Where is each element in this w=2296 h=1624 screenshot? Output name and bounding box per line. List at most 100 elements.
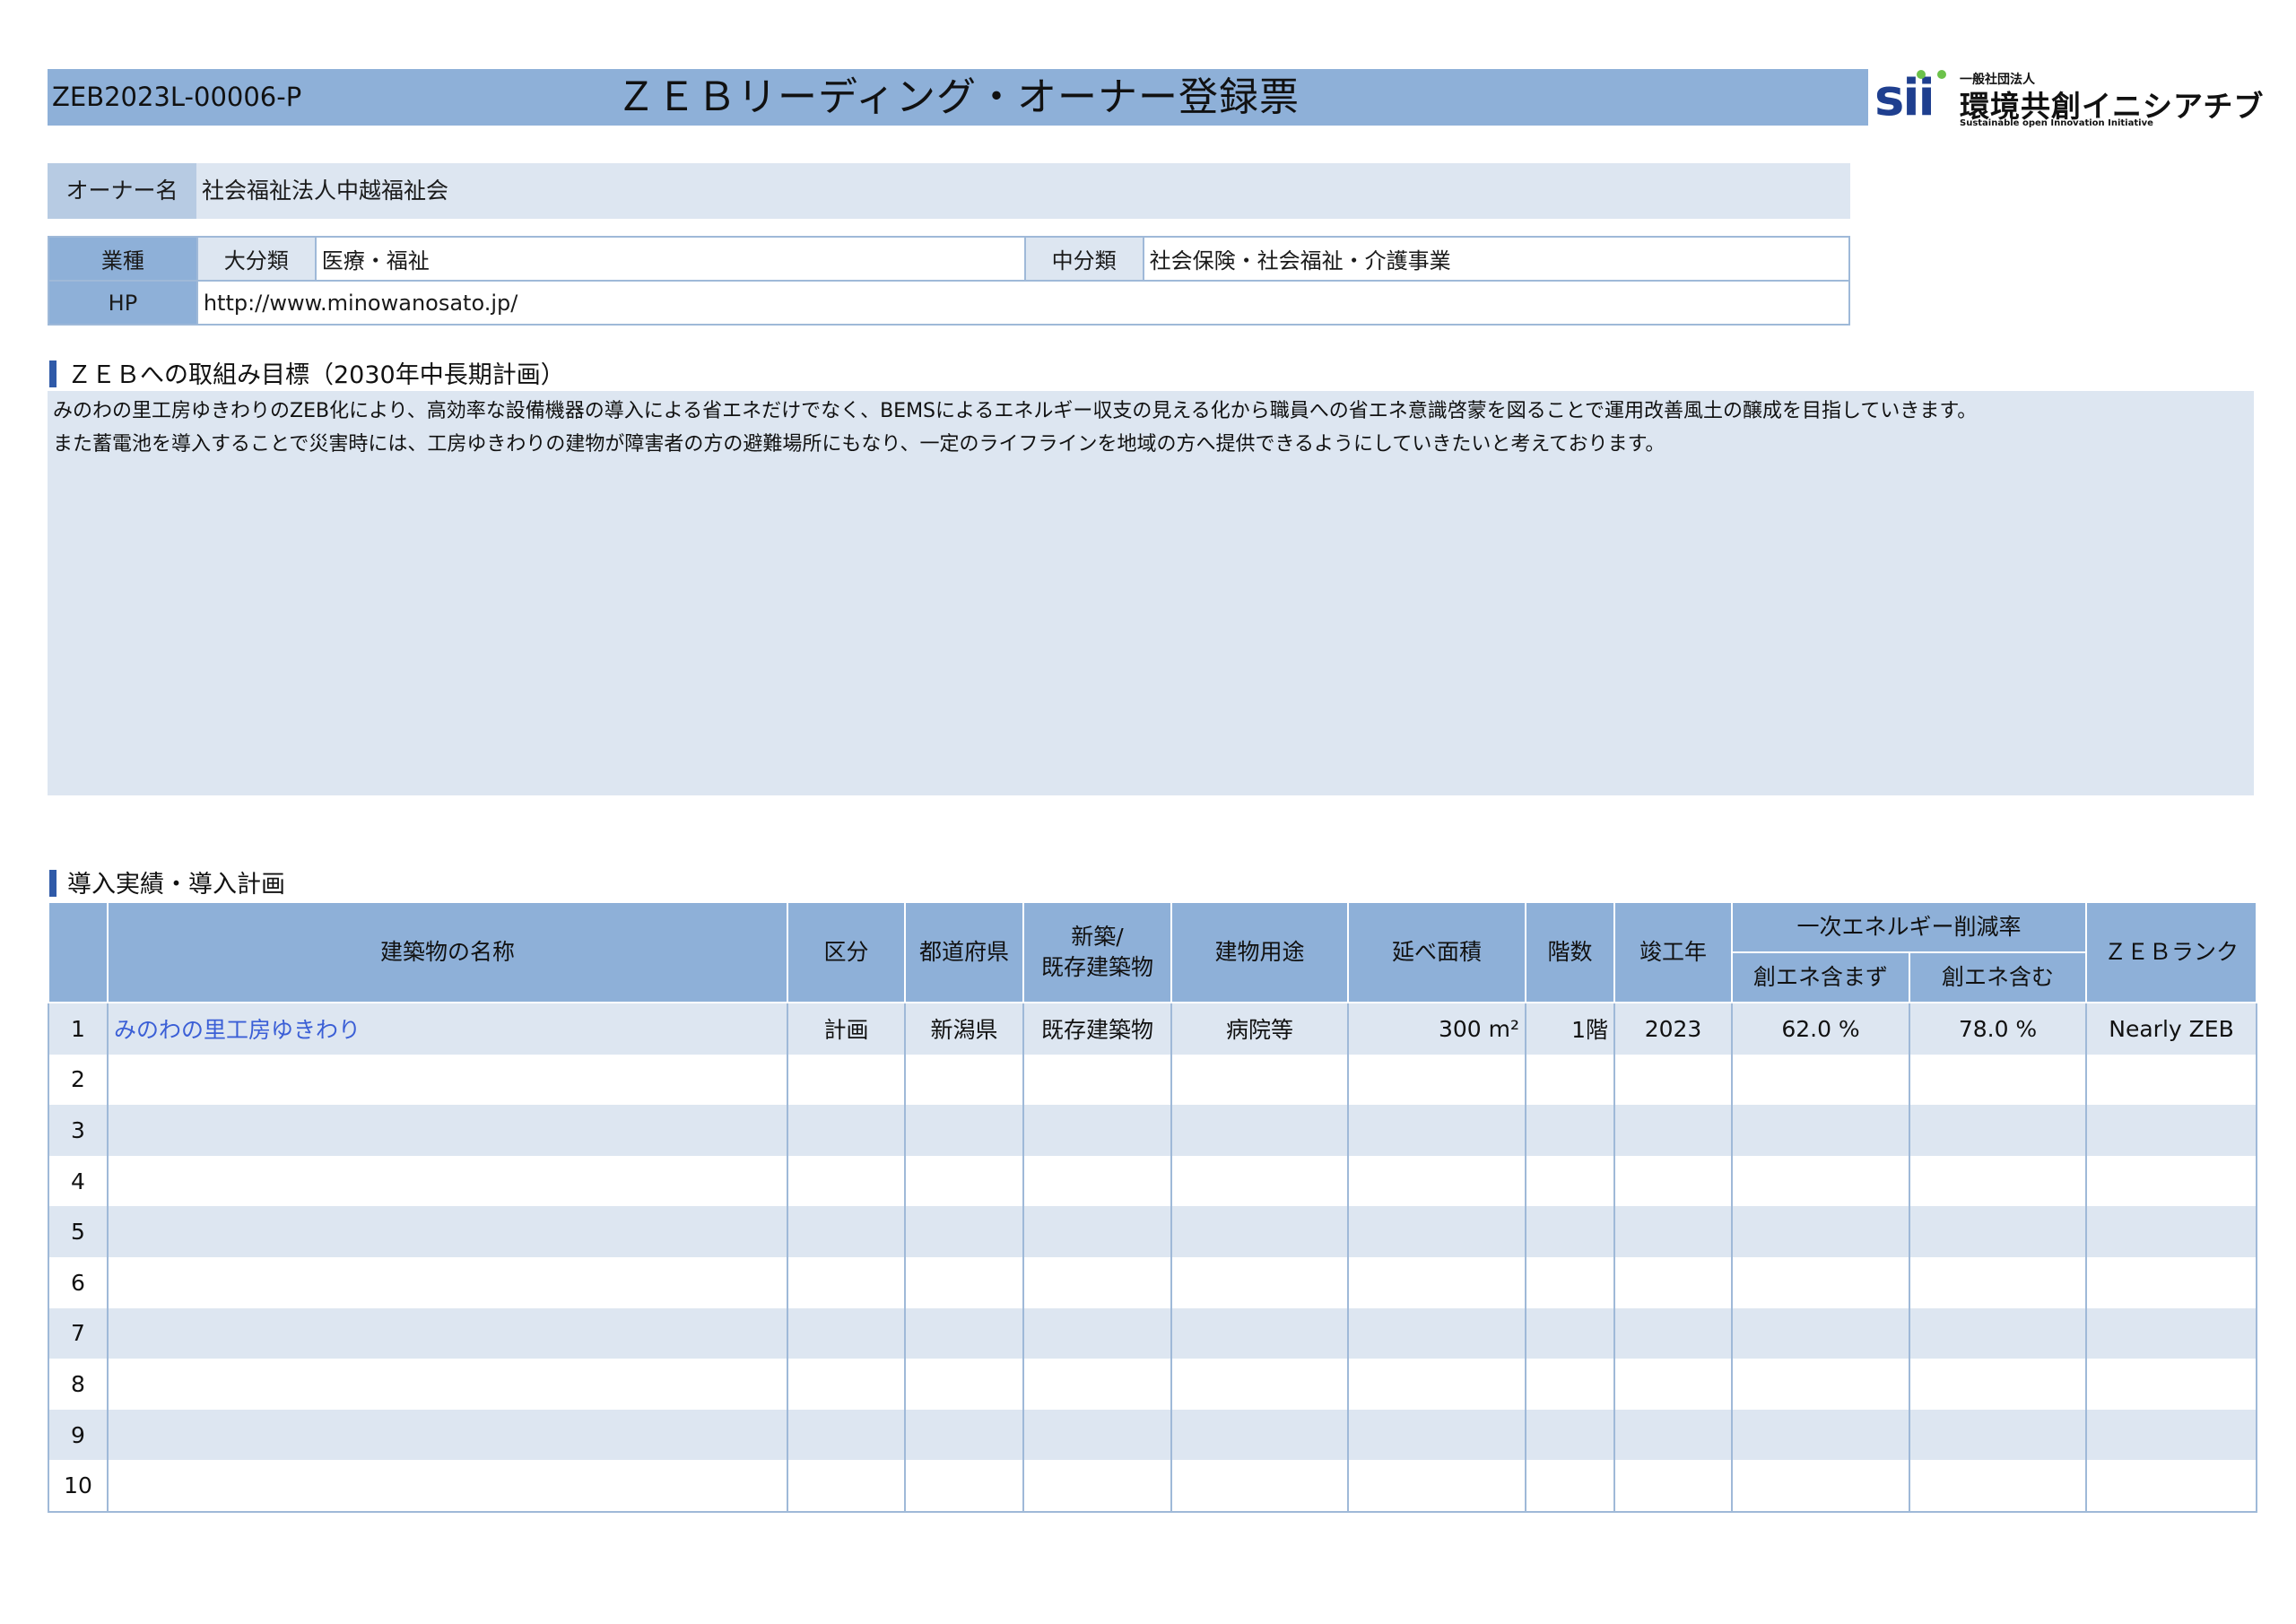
cell-kubun	[787, 1460, 906, 1513]
cell-new-existing	[1022, 1105, 1172, 1156]
cell-prefecture	[904, 1256, 1024, 1308]
cell-new-existing: 既存建築物	[1022, 1003, 1172, 1055]
cell-reduction-incl	[1908, 1307, 2088, 1359]
cell-kubun	[787, 1409, 906, 1461]
cell-zeb-rank: Nearly ZEB	[2085, 1003, 2258, 1055]
cell-reduction-excl	[1731, 1206, 1910, 1257]
sii-logo-mark: sii	[1874, 69, 1935, 127]
cell-floor-area	[1347, 1206, 1526, 1257]
cell-reduction-incl	[1908, 1409, 2088, 1461]
cell-row-number: 6	[48, 1256, 109, 1308]
cell-floors	[1525, 1206, 1615, 1257]
hp-label: HP	[48, 280, 198, 326]
major-category-label: 大分類	[196, 236, 317, 282]
cell-building-name: みのわの里工房ゆきわり	[107, 1003, 788, 1055]
cell-building-name	[107, 1155, 788, 1207]
cell-row-number: 9	[48, 1409, 109, 1461]
cell-floor-area	[1347, 1409, 1526, 1461]
col-building-name: 建築物の名称	[107, 901, 788, 1003]
cell-new-existing	[1022, 1054, 1172, 1106]
cell-floors	[1525, 1105, 1615, 1156]
cell-building-use	[1170, 1307, 1349, 1359]
goal-line: また蓄電池を導入することで災害時には、工房ゆきわりの建物が障害者の方の避難場所に…	[53, 433, 1665, 456]
goal-line: みのわの里工房ゆきわりのZEB化により、高効率な設備機器の導入による省エネだけで…	[53, 400, 1978, 422]
cell-row-number: 8	[48, 1359, 109, 1410]
cell-row-number: 3	[48, 1105, 109, 1156]
cell-prefecture	[904, 1206, 1024, 1257]
cell-floors: 1階	[1525, 1003, 1615, 1055]
cell-completion-year	[1613, 1307, 1733, 1359]
cell-new-existing	[1022, 1359, 1172, 1410]
cell-prefecture: 新潟県	[904, 1003, 1024, 1055]
cell-building-name	[107, 1409, 788, 1461]
cell-prefecture	[904, 1409, 1024, 1461]
cell-building-name	[107, 1105, 788, 1156]
cell-reduction-incl	[1908, 1206, 2088, 1257]
cell-building-use	[1170, 1460, 1349, 1513]
cell-completion-year	[1613, 1460, 1733, 1513]
cell-reduction-excl	[1731, 1460, 1910, 1513]
cell-floors	[1525, 1460, 1615, 1513]
cell-floor-area	[1347, 1460, 1526, 1513]
table-row: 8	[48, 1359, 2258, 1410]
cell-completion-year	[1613, 1359, 1733, 1410]
goal-text-box: みのわの里工房ゆきわりのZEB化により、高効率な設備機器の導入による省エネだけで…	[48, 391, 2254, 795]
col-no	[48, 901, 109, 1003]
cell-kubun	[787, 1307, 906, 1359]
cell-floors	[1525, 1155, 1615, 1207]
cell-reduction-incl	[1908, 1054, 2088, 1106]
cell-floors	[1525, 1256, 1615, 1308]
cell-kubun	[787, 1206, 906, 1257]
plan-heading: 導入実績・導入計画	[49, 864, 285, 899]
cell-reduction-excl	[1731, 1359, 1910, 1410]
cell-prefecture	[904, 1307, 1024, 1359]
cell-completion-year	[1613, 1155, 1733, 1207]
cell-building-use	[1170, 1256, 1349, 1308]
cell-completion-year: 2023	[1613, 1003, 1733, 1055]
cell-floors	[1525, 1054, 1615, 1106]
col-kubun: 区分	[787, 901, 906, 1003]
cell-completion-year	[1613, 1256, 1733, 1308]
cell-floor-area: 300 m²	[1347, 1003, 1526, 1055]
cell-zeb-rank	[2085, 1054, 2258, 1106]
cell-kubun	[787, 1359, 906, 1410]
cell-new-existing	[1022, 1307, 1172, 1359]
col-floors: 階数	[1525, 901, 1615, 1003]
cell-kubun: 計画	[787, 1003, 906, 1055]
cell-row-number: 4	[48, 1155, 109, 1207]
table-row: 5	[48, 1206, 2258, 1257]
cell-floors	[1525, 1409, 1615, 1461]
cell-building-use	[1170, 1155, 1349, 1207]
cell-new-existing	[1022, 1409, 1172, 1461]
middle-category-label: 中分類	[1023, 236, 1144, 282]
cell-zeb-rank	[2085, 1307, 2258, 1359]
cell-building-use	[1170, 1206, 1349, 1257]
cell-building-name	[107, 1460, 788, 1513]
cell-building-use: 病院等	[1170, 1003, 1349, 1055]
cell-new-existing	[1022, 1256, 1172, 1308]
cell-prefecture	[904, 1105, 1024, 1156]
industry-table: 業種 大分類 医療・福祉 中分類 社会保険・社会福祉・介護事業 HP http:…	[48, 236, 1851, 326]
cell-prefecture	[904, 1460, 1024, 1513]
cell-zeb-rank	[2085, 1105, 2258, 1156]
hp-link[interactable]: http://www.minowanosato.jp/	[196, 280, 1851, 326]
cell-building-name	[107, 1054, 788, 1106]
cell-building-use	[1170, 1105, 1349, 1156]
cell-reduction-incl	[1908, 1105, 2088, 1156]
cell-reduction-incl	[1908, 1155, 2088, 1207]
cell-reduction-excl	[1731, 1256, 1910, 1308]
cell-floor-area	[1347, 1105, 1526, 1156]
cell-zeb-rank	[2085, 1409, 2258, 1461]
table-row: 1 みのわの里工房ゆきわり 計画 新潟県 既存建築物 病院等 300 m² 1階 2023 62.…	[48, 1003, 2258, 1055]
major-category-value: 医療・福祉	[314, 236, 1026, 282]
cell-building-name	[107, 1359, 788, 1410]
table-row: 7	[48, 1307, 2258, 1359]
cell-new-existing	[1022, 1206, 1172, 1257]
cell-kubun	[787, 1155, 906, 1207]
cell-row-number: 5	[48, 1206, 109, 1257]
cell-zeb-rank	[2085, 1206, 2258, 1257]
cell-completion-year	[1613, 1409, 1733, 1461]
cell-zeb-rank	[2085, 1155, 2258, 1207]
cell-prefecture	[904, 1359, 1024, 1410]
cell-kubun	[787, 1256, 906, 1308]
